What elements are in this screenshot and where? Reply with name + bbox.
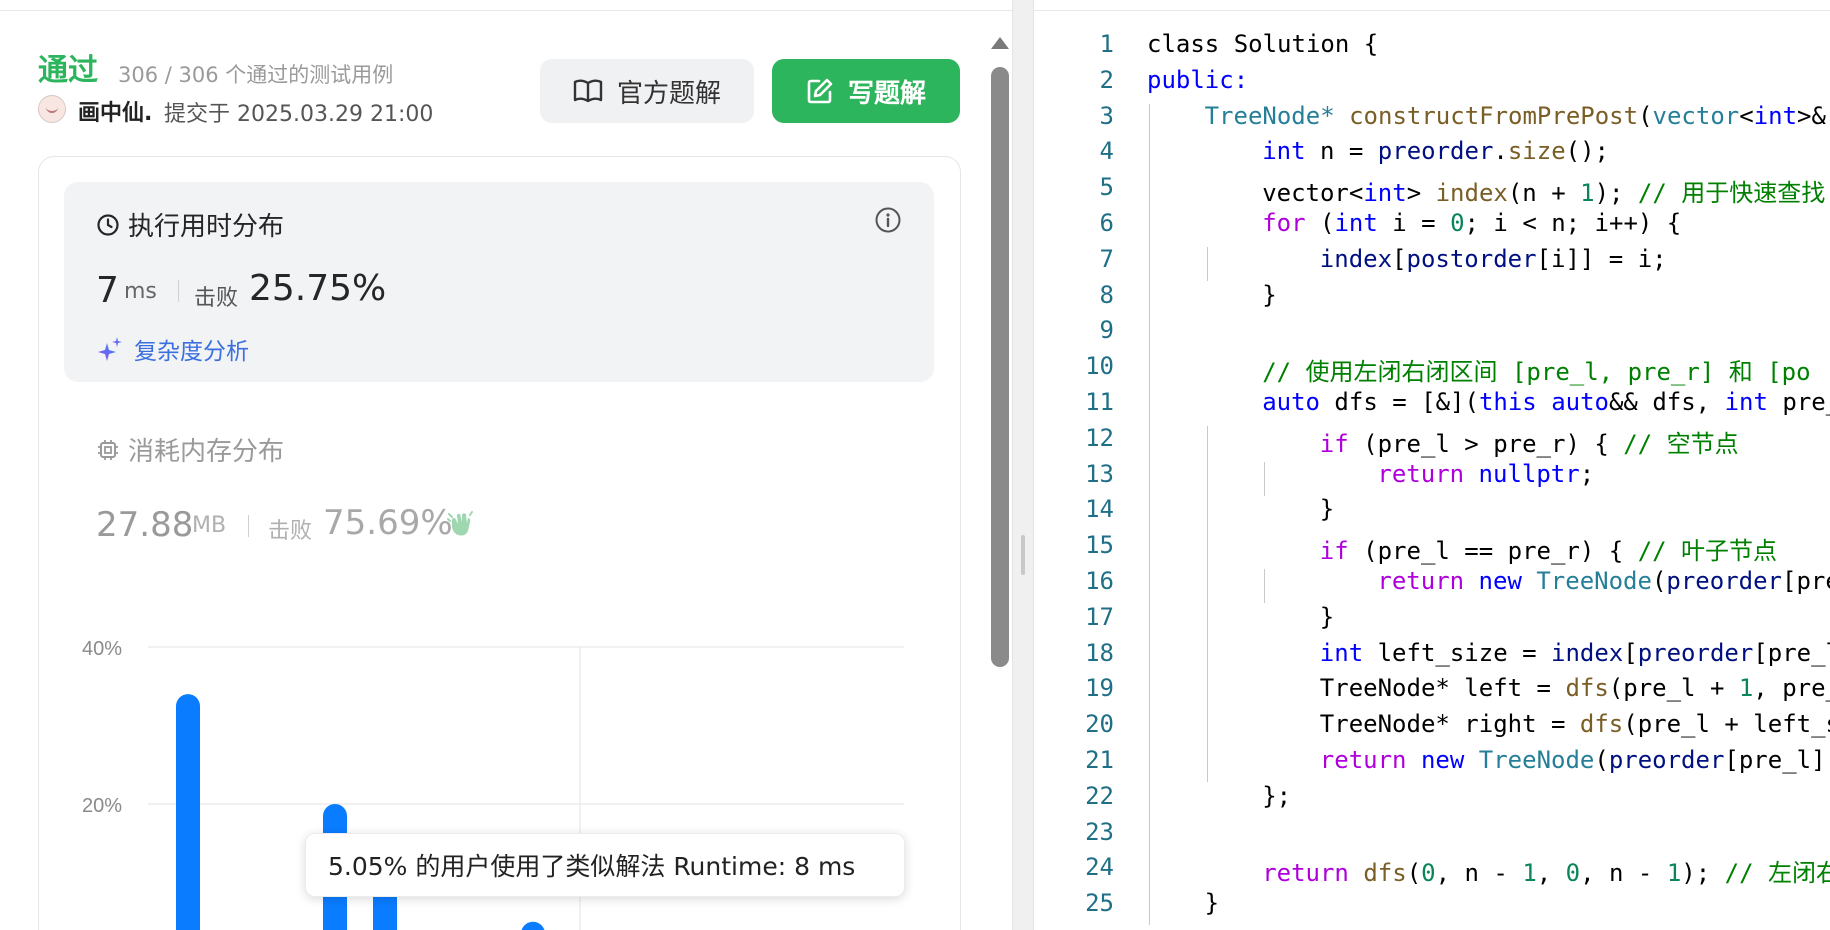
code-text[interactable]: public: [1147,66,1248,94]
code-line[interactable]: 16 return new TreeNode(preorder[pre [1034,567,1830,603]
y-tick-label: 40% [82,638,122,660]
indent-guide [1264,461,1266,496]
code-line[interactable]: 24 return dfs(0, n - 1, 0, n - 1); // 左闭右 [1034,853,1830,889]
code-line[interactable]: 4 int n = preorder.size(); [1034,137,1830,173]
line-number: 19 [1085,674,1114,703]
line-number: 7 [1099,244,1114,273]
line-number: 24 [1085,853,1114,882]
line-number: 8 [1099,280,1114,309]
line-number: 17 [1085,602,1114,631]
code-line[interactable]: 14} [1034,495,1830,531]
line-number: 9 [1099,316,1114,345]
indent-guide [1264,569,1266,603]
code-text[interactable]: return new TreeNode(preorder[pre [1377,567,1830,595]
chart-tooltip: 5.05% 的用户使用了类似解法 Runtime: 8 ms [305,833,905,897]
code-text[interactable]: TreeNode* left = dfs(pre_l + 1, pre_ [1320,674,1830,702]
line-number: 25 [1085,889,1114,918]
code-text[interactable]: // 使用左闭右闭区间 [pre_l, pre_r] 和 [po [1262,352,1810,387]
code-line[interactable]: 9 [1034,316,1830,352]
code-line[interactable]: 11 auto dfs = [&](this auto&& dfs, int pr… [1034,388,1830,424]
code-line[interactable]: 1 class Solution { [1034,30,1830,66]
line-number: 20 [1085,710,1114,739]
code-text[interactable]: return nullptr; [1377,460,1594,488]
indent-guide [1206,246,1208,281]
code-line[interactable]: 5 vector<int> index(n + 1); // 用于快速查找 [1034,173,1830,209]
line-number: 11 [1085,388,1114,416]
scroll-up-arrow[interactable] [991,37,1009,49]
code-editor[interactable]: 1 class Solution { 2 public: 3 TreeNode* cons… [1034,11,1830,930]
line-number: 5 [1099,173,1114,202]
scrollbar-thumb[interactable] [991,67,1009,667]
code-line[interactable]: 18 int left_size = index[preorder[pre_l [1034,639,1830,675]
code-text[interactable]: vector<int> index(n + 1); // 用于快速查找 [1262,173,1825,208]
code-line[interactable]: 23 [1034,818,1830,854]
chart-bar[interactable] [176,694,200,930]
code-text[interactable]: int left_size = index[preorder[pre_l [1320,639,1830,667]
runtime-distribution-chart[interactable]: 40% 20% [0,11,1012,930]
code-text[interactable]: TreeNode* right = dfs(pre_l + left_s [1320,710,1830,738]
code-line[interactable]: 3 TreeNode* constructFromPrePost(vector<i… [1034,102,1830,138]
code-line[interactable]: 13 return nullptr; [1034,460,1830,496]
line-number: 15 [1085,531,1114,560]
line-number: 1 [1099,30,1114,58]
code-text[interactable]: } [1262,281,1276,309]
pane-splitter[interactable] [1012,0,1034,930]
line-number: 21 [1085,746,1114,774]
code-line[interactable]: 10 // 使用左闭右闭区间 [pre_l, pre_r] 和 [po [1034,352,1830,388]
submission-panel: 通过 306 / 306 个通过的测试用例 画中仙. 提交于 2025.03.2… [0,11,1012,930]
line-number: 12 [1085,423,1114,452]
code-text[interactable]: for (int i = 0; i < n; i++) { [1262,209,1681,237]
code-text[interactable]: TreeNode* constructFromPrePost(vector<in… [1205,102,1826,130]
code-line[interactable]: 2 public: [1034,66,1830,102]
y-tick-label: 20% [82,795,122,817]
code-line[interactable]: 8} [1034,281,1830,317]
line-number: 13 [1085,459,1114,488]
line-number: 16 [1085,567,1114,595]
line-number: 22 [1085,781,1114,810]
splitter-grip[interactable] [1021,535,1025,575]
line-number: 14 [1085,495,1114,524]
top-border [0,0,1830,11]
code-line[interactable]: 17} [1034,603,1830,639]
code-line[interactable]: 20 TreeNode* right = dfs(pre_l + left_s [1034,710,1830,746]
code-text[interactable]: if (pre_l == pre_r) { // 叶子节点 [1320,531,1777,566]
code-text[interactable]: } [1320,495,1334,523]
line-number: 6 [1099,209,1114,237]
code-line[interactable]: 6 for (int i = 0; i < n; i++) { [1034,209,1830,245]
code-text[interactable]: return new TreeNode(preorder[pre_l], [1320,746,1830,774]
code-line[interactable]: 21 return new TreeNode(preorder[pre_l], [1034,746,1830,782]
indent-guide [1149,103,1150,926]
code-text[interactable]: } [1205,889,1219,917]
code-line[interactable]: 12 if (pre_l > pre_r) { // 空节点 [1034,424,1830,460]
line-number: 10 [1085,352,1114,381]
code-text[interactable]: if (pre_l > pre_r) { // 空节点 [1320,424,1739,459]
line-number: 2 [1099,65,1114,94]
line-number: 23 [1085,817,1114,846]
code-line[interactable]: 7 index[postorder[i]] = i; [1034,245,1830,281]
code-text[interactable]: int n = preorder.size(); [1262,137,1609,165]
code-line[interactable]: 15 if (pre_l == pre_r) { // 叶子节点 [1034,531,1830,567]
code-text[interactable]: return dfs(0, n - 1, 0, n - 1); // 左闭右 [1262,853,1830,888]
code-text[interactable]: class Solution { [1147,30,1378,58]
code-line[interactable]: 19 TreeNode* left = dfs(pre_l + 1, pre_ [1034,674,1830,710]
line-number: 18 [1085,638,1114,667]
code-text[interactable]: }; [1262,782,1291,810]
code-text[interactable]: auto dfs = [&](this auto&& dfs, int pre_ [1262,388,1830,416]
line-number: 3 [1099,101,1114,130]
line-number: 4 [1099,137,1114,166]
indent-guide [1206,425,1208,782]
code-text[interactable]: index[postorder[i]] = i; [1320,245,1667,273]
code-line[interactable]: 22}; [1034,782,1830,818]
code-text[interactable]: } [1320,603,1334,631]
code-line[interactable]: 25} [1034,889,1830,925]
chart-bar[interactable] [521,921,545,930]
